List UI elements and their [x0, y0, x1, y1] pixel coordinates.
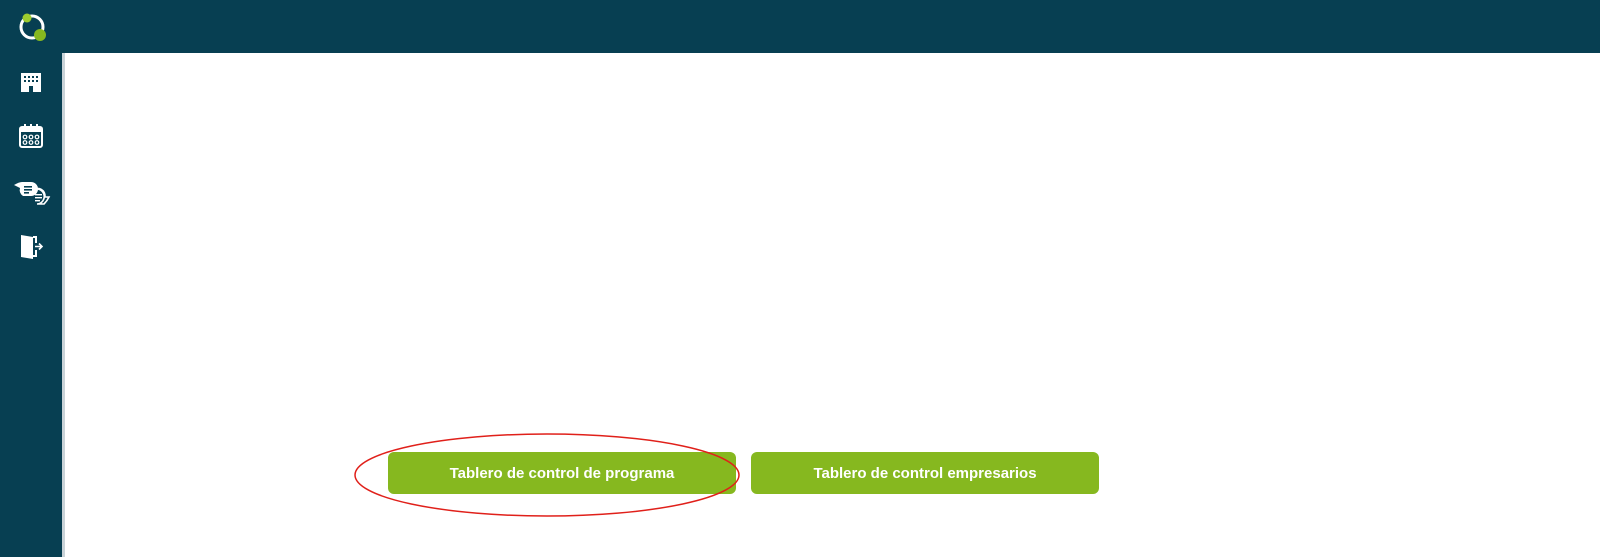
- sidebar-divider: [62, 53, 65, 557]
- app-logo-icon[interactable]: [15, 10, 49, 44]
- logout-door-icon: [18, 233, 44, 261]
- sidebar-item-messages[interactable]: [11, 173, 51, 209]
- chat-bubbles-icon: [11, 176, 51, 206]
- top-bar: [0, 0, 1600, 53]
- sidebar-item-logout[interactable]: [11, 229, 51, 265]
- sidebar-item-companies[interactable]: [11, 64, 51, 100]
- sidebar-item-calendar[interactable]: [11, 118, 51, 154]
- calendar-icon: [18, 123, 44, 149]
- sidebar: [0, 0, 62, 557]
- program-dashboard-button[interactable]: Tablero de control de programa: [388, 452, 736, 494]
- app-root: Tablero de control de programa Tablero d…: [0, 0, 1600, 557]
- business-dashboard-button[interactable]: Tablero de control empresarios: [751, 452, 1099, 494]
- building-icon: [19, 70, 43, 94]
- dashboard-buttons: Tablero de control de programa Tablero d…: [388, 452, 1100, 494]
